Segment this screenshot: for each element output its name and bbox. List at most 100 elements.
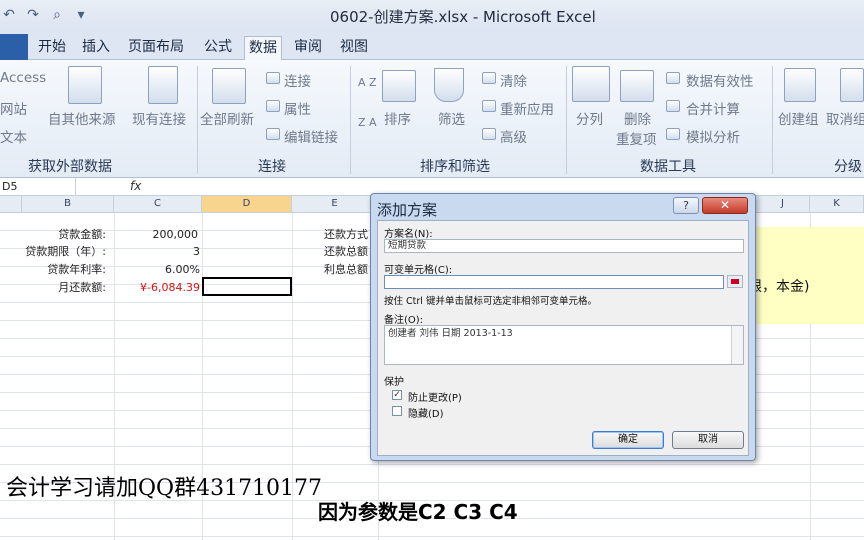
select-all-corner[interactable] <box>0 196 22 213</box>
help-button[interactable]: ? <box>673 197 699 214</box>
ctrl-hint-text: 按住 Ctrl 键并单击鼠标可选定非相邻可变单元格。 <box>384 296 597 307</box>
what-if-analysis-button[interactable]: 模拟分析 <box>686 126 740 146</box>
tab-home[interactable]: 开始 <box>34 36 70 60</box>
ribbon-separator <box>197 66 198 174</box>
ungroup-button[interactable]: 取消组 <box>826 108 864 128</box>
note-text: 限，本金) <box>748 279 810 295</box>
filter-button[interactable]: 筛选 <box>438 108 465 128</box>
consolidate-button[interactable]: 合并计算 <box>686 98 740 118</box>
tab-formulas[interactable]: 公式 <box>200 36 236 60</box>
data-validation-icon <box>666 72 680 84</box>
label-annual-rate[interactable]: 贷款年利率: <box>22 261 106 278</box>
tab-data[interactable]: 数据 <box>244 36 282 60</box>
scenario-name-input[interactable]: 短期贷款 <box>384 239 744 253</box>
sort-icon <box>382 70 416 102</box>
label-monthly-payment[interactable]: 月还款额: <box>22 279 106 296</box>
group-label-sort-filter: 排序和筛选 <box>420 159 490 175</box>
existing-connections-button[interactable]: 现有连接 <box>132 108 186 128</box>
reapply-button[interactable]: 重新应用 <box>500 98 554 118</box>
active-cell-d5[interactable] <box>202 277 292 296</box>
comment-scrollbar[interactable] <box>731 326 743 364</box>
text-to-columns-button[interactable]: 分列 <box>576 108 603 128</box>
tab-review[interactable]: 审阅 <box>290 36 326 60</box>
comment-textarea[interactable]: 创建者 刘伟 日期 2013-1-13 <box>384 325 744 365</box>
cell-c3[interactable]: 3 <box>114 243 200 260</box>
properties-button[interactable]: 属性 <box>284 98 311 118</box>
column-header-k[interactable]: K <box>810 196 864 213</box>
ribbon-separator <box>566 66 567 174</box>
from-other-sources-button[interactable]: 自其他来源 <box>48 108 116 128</box>
prevent-changes-checkbox[interactable]: ✓ <box>392 390 402 400</box>
collapse-dialog-icon[interactable] <box>727 275 743 288</box>
customize-qat-icon[interactable]: ▾ <box>72 7 90 23</box>
remove-duplicates-label-2: 重复项 <box>616 132 657 148</box>
group-label-outline: 分级 <box>834 159 862 175</box>
add-scenario-dialog: 添加方案 ? ✕ 方案名(N): 短期贷款 可变单元格(C): 按住 Ctrl … <box>370 193 756 461</box>
column-header-e[interactable]: E <box>292 196 378 213</box>
hide-label: 隐藏(D) <box>408 409 444 420</box>
remove-duplicates-button[interactable]: 删除 <box>624 108 651 128</box>
hide-checkbox[interactable] <box>392 406 402 416</box>
cell-c2[interactable]: 200,000 <box>114 226 199 243</box>
cell-e3[interactable]: 还款总额 <box>324 243 368 260</box>
cell-c5[interactable]: ¥-6,084.39 <box>114 279 200 296</box>
edit-links-icon <box>266 128 280 140</box>
undo-icon[interactable]: ↶ <box>0 7 18 23</box>
clear-icon <box>482 72 496 84</box>
tab-file[interactable] <box>0 34 28 60</box>
existing-connections-icon <box>148 66 178 104</box>
print-preview-icon[interactable]: ⌕ <box>48 7 66 23</box>
edit-links-button[interactable]: 编辑链接 <box>284 126 338 146</box>
remove-duplicates-icon <box>620 70 654 102</box>
sort-button[interactable]: 排序 <box>384 108 411 128</box>
cell-c4[interactable]: 6.00% <box>114 261 200 278</box>
protection-label: 保护 <box>384 377 404 388</box>
tab-insert[interactable]: 插入 <box>78 36 114 60</box>
comment-label: 备注(O): <box>384 315 424 326</box>
watermark-qq-text: 会计学习请加QQ群431710177 <box>6 476 323 501</box>
properties-icon <box>266 100 280 112</box>
connections-button[interactable]: 连接 <box>284 70 311 90</box>
column-header-d[interactable]: D <box>202 196 292 213</box>
ribbon-separator <box>772 66 773 174</box>
column-header-b[interactable]: B <box>22 196 114 213</box>
changing-cells-input[interactable] <box>384 275 724 289</box>
refresh-all-icon <box>212 68 246 104</box>
tab-view[interactable]: 视图 <box>336 36 372 60</box>
group-button[interactable]: 创建组 <box>778 108 819 128</box>
cell-e2[interactable]: 还款方式 <box>324 226 368 243</box>
ribbon-tabs: 开始 插入 页面布局 公式 数据 审阅 视图 <box>0 32 864 60</box>
label-loan-term[interactable]: 贷款期限（年）: <box>0 243 106 260</box>
tab-page-layout[interactable]: 页面布局 <box>124 36 188 60</box>
clear-button[interactable]: 清除 <box>500 70 527 90</box>
changing-cells-label: 可变单元格(C): <box>384 265 453 276</box>
group-icon <box>784 68 816 102</box>
column-header-c[interactable]: C <box>114 196 202 213</box>
data-validation-button[interactable]: 数据有效性 <box>686 70 754 90</box>
ok-button[interactable]: 确定 <box>592 431 664 449</box>
label-loan-amount[interactable]: 贷款金额: <box>22 226 106 243</box>
from-text-button[interactable]: 文本 <box>0 126 27 146</box>
name-box[interactable]: D5 <box>0 178 76 196</box>
from-web-button[interactable]: 网站 <box>0 98 27 118</box>
column-header-j[interactable]: J <box>756 196 810 213</box>
redo-icon[interactable]: ↷ <box>24 7 42 23</box>
advanced-filter-button[interactable]: 高级 <box>500 126 527 146</box>
advanced-filter-icon <box>482 128 496 140</box>
consolidate-icon <box>666 100 680 112</box>
from-access-button[interactable]: Access <box>0 70 46 86</box>
ribbon-separator <box>350 66 351 174</box>
scenario-name-label: 方案名(N): <box>384 229 433 240</box>
cell-e4[interactable]: 利息总额 <box>324 261 368 278</box>
reapply-icon <box>482 100 496 112</box>
group-label-get-external-data: 获取外部数据 <box>28 159 112 175</box>
other-sources-icon <box>68 66 102 104</box>
refresh-all-button[interactable]: 全部刷新 <box>200 108 254 128</box>
ribbon: Access 网站 文本 自其他来源 现有连接 获取外部数据 全部刷新 连接 属… <box>0 60 864 178</box>
sort-az-button[interactable]: A Z <box>358 76 377 89</box>
cancel-button[interactable]: 取消 <box>672 431 744 449</box>
what-if-icon <box>666 128 680 140</box>
close-button[interactable]: ✕ <box>702 197 748 214</box>
sort-za-button[interactable]: Z A <box>358 116 377 129</box>
fx-icon[interactable]: fx <box>130 179 141 193</box>
